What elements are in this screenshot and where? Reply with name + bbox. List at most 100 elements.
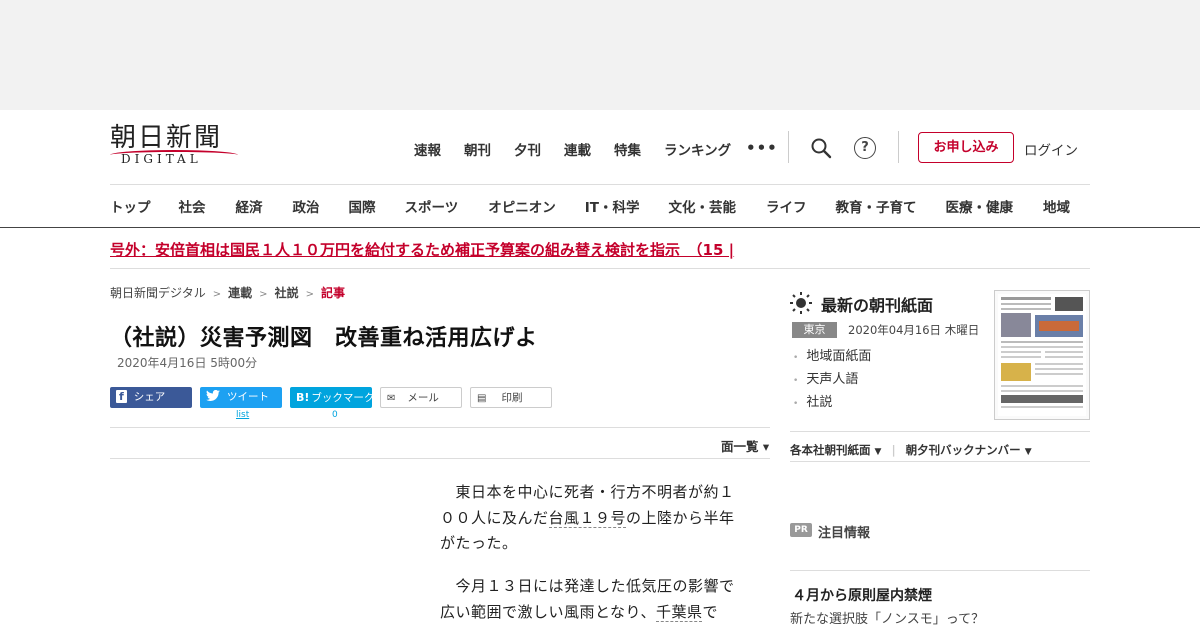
cat-shakai[interactable]: 社会: [179, 196, 206, 216]
breadcrumb-rensai[interactable]: 連載: [228, 286, 252, 300]
pr-article-subtitle[interactable]: 新たな選択肢「ノンスモ」って？: [790, 608, 984, 627]
nav-ranking[interactable]: ランキング: [664, 139, 731, 159]
category-nav: トップ 社会 経済 政治 国際 スポーツ オピニオン IT・科学 文化・芸能 ラ…: [110, 196, 1070, 216]
help-icon[interactable]: ?: [854, 137, 876, 159]
latest-paper-title[interactable]: 最新の朝刊紙面: [821, 292, 933, 316]
tweet-label: ツイート: [227, 391, 269, 403]
hatena-count: 0: [332, 410, 338, 420]
dropdown-back-numbers[interactable]: 朝夕刊バックナンバー ▼: [906, 443, 1032, 457]
attention-heading: 注目情報: [818, 526, 871, 541]
cat-kokusai[interactable]: 国際: [349, 196, 376, 216]
breadcrumb-home[interactable]: 朝日新聞デジタル: [110, 286, 206, 300]
breadcrumb-sep: >: [305, 289, 314, 300]
facebook-share-button[interactable]: f シェア: [110, 387, 192, 408]
divider: [788, 131, 789, 163]
paper-link-chiiki[interactable]: • 地域面紙面: [793, 346, 871, 369]
cat-opinion[interactable]: オピニオン: [488, 196, 556, 216]
hatena-bookmark-button[interactable]: B! ブックマーク: [290, 387, 375, 408]
breadcrumb-current: 記事: [320, 286, 345, 300]
cat-region[interactable]: 地域: [1043, 196, 1070, 216]
breadcrumb-sep: >: [212, 289, 222, 300]
breaking-news-link[interactable]: 号外：安倍首相は国民１人１０万円を給付するため補正予算案の組み替え検討を指示 （…: [110, 239, 818, 260]
tweet-button[interactable]: ツイート: [200, 387, 282, 408]
sun-icon: [790, 292, 812, 314]
dropdown-label: 各本社朝刊紙面: [790, 443, 871, 457]
divider: [110, 427, 770, 428]
pr-article-title[interactable]: ４月から原則屋内禁煙: [792, 585, 932, 605]
print-label: 印刷: [501, 392, 523, 404]
page-list-dropdown[interactable]: 面一覧 ▾: [721, 436, 769, 455]
breadcrumb-shasetsu[interactable]: 社説: [275, 286, 299, 300]
dropdown-regional-morning[interactable]: 各本社朝刊紙面 ▼: [790, 443, 881, 457]
mail-button[interactable]: ✉ メール: [380, 387, 462, 408]
divider: |: [891, 443, 896, 457]
divider: [110, 184, 1090, 185]
keyword-link-chiba[interactable]: 千葉県: [655, 602, 703, 622]
paragraph-indent: [440, 483, 456, 501]
mail-label: メール: [407, 392, 439, 404]
hatena-icon: B!: [296, 391, 310, 404]
cat-sports[interactable]: スポーツ: [405, 196, 459, 216]
pr-badge: PR: [790, 523, 812, 537]
nav-tokushu[interactable]: 特集: [614, 139, 641, 159]
mail-icon: ✉: [387, 393, 396, 404]
nav-sokuho[interactable]: 速報: [414, 139, 441, 159]
cat-top[interactable]: トップ: [110, 196, 151, 216]
hatena-label: ブックマーク: [311, 392, 375, 404]
paragraph-indent: [440, 577, 456, 595]
cat-culture[interactable]: 文化・芸能: [668, 196, 736, 216]
printer-icon: ▤: [477, 393, 487, 404]
divider: [0, 227, 1200, 228]
paper-link-label: 社説: [806, 395, 833, 410]
paper-dropdowns: 各本社朝刊紙面 ▼ | 朝夕刊バックナンバー ▼: [790, 442, 1032, 458]
search-icon[interactable]: [810, 137, 832, 159]
divider: [110, 458, 770, 459]
divider: [790, 431, 1090, 432]
nav-yukan[interactable]: 夕刊: [514, 139, 541, 159]
logo-kanji: 朝日新聞: [110, 123, 223, 153]
divider: [110, 268, 1090, 269]
divider: [790, 570, 1090, 571]
bullet: •: [793, 399, 799, 409]
twitter-icon: [206, 390, 220, 401]
cat-life[interactable]: ライフ: [766, 196, 807, 216]
cat-it[interactable]: IT・科学: [585, 196, 640, 216]
newspaper-image: [998, 294, 1086, 416]
paper-link-label: 天声人語: [806, 372, 859, 387]
login-link[interactable]: ログイン: [1024, 139, 1078, 159]
facebook-share-label: シェア: [133, 391, 166, 403]
article-paragraph: 東日本を中心に死者・行方不明者が約１００人に及んだ台風１９号の上陸から半年がたっ…: [440, 480, 750, 557]
bullet: •: [793, 353, 799, 363]
nav-rensai[interactable]: 連載: [564, 139, 591, 159]
tweet-count[interactable]: list: [236, 410, 249, 420]
paper-link-label: 地域面紙面: [806, 349, 872, 364]
apply-button[interactable]: お申し込み: [918, 132, 1014, 163]
cat-keizai[interactable]: 経済: [236, 196, 263, 216]
more-menu-icon[interactable]: •••: [746, 139, 778, 157]
article-title: （社説）災害予測図 改善重ね活用広げよ: [110, 326, 538, 351]
dropdown-label: 朝夕刊バックナンバー: [905, 443, 1021, 457]
paper-link-list: • 地域面紙面 • 天声人語 • 社説: [793, 346, 871, 415]
chevron-down-icon: ▼: [1024, 447, 1032, 457]
cat-seiji[interactable]: 政治: [293, 196, 320, 216]
breadcrumb-sep: >: [259, 289, 268, 300]
cat-education[interactable]: 教育・子育て: [835, 196, 916, 216]
cat-health[interactable]: 医療・健康: [945, 196, 1013, 216]
divider: [790, 461, 1090, 462]
chevron-down-icon: ▼: [874, 447, 882, 457]
top-nav: 速報 朝刊 夕刊 連載 特集 ランキング: [414, 139, 754, 159]
newspaper-thumbnail[interactable]: [994, 290, 1090, 420]
asahi-logo[interactable]: 朝日新聞 DIGITAL: [110, 124, 240, 170]
breadcrumb: 朝日新聞デジタル > 連載 > 社説 > 記事: [110, 284, 345, 301]
bullet: •: [793, 376, 799, 386]
facebook-icon: f: [116, 390, 127, 403]
keyword-link-typhoon[interactable]: 台風１９号: [548, 508, 627, 528]
paper-link-shasetsu[interactable]: • 社説: [793, 392, 871, 415]
logo-digital: DIGITAL: [121, 152, 202, 166]
nav-choukan[interactable]: 朝刊: [464, 139, 491, 159]
edition-badge: 東京: [792, 322, 837, 338]
paper-link-tensei[interactable]: • 天声人語: [793, 369, 871, 392]
ad-banner: [0, 0, 1200, 110]
paper-date: 2020年04月16日 木曜日: [848, 323, 980, 337]
print-button[interactable]: ▤ 印刷: [470, 387, 552, 408]
